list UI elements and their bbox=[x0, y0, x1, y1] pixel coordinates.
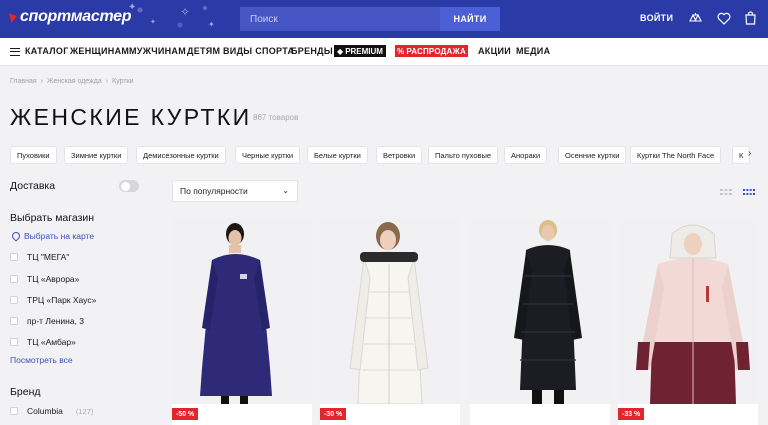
store-option[interactable]: ТЦ "МЕГА" bbox=[10, 252, 69, 262]
product-card[interactable] bbox=[320, 218, 460, 425]
brand-count: (127) bbox=[75, 406, 94, 416]
nav-catalog[interactable]: КАТАЛОГ bbox=[25, 46, 69, 56]
nav-men[interactable]: МУЖЧИНАМ bbox=[129, 46, 186, 56]
grid-large-view-icon[interactable] bbox=[743, 186, 755, 196]
chip[interactable]: Пальто пуховые bbox=[428, 146, 499, 164]
chevron-right-icon[interactable]: › bbox=[748, 148, 751, 159]
chip[interactable]: Куртки The North Face bbox=[630, 146, 722, 164]
nav-promotions[interactable]: АКЦИИ bbox=[478, 46, 511, 56]
decorative-stars: ✦ ✦ ✧ ✦ bbox=[128, 2, 215, 29]
store-label: ТЦ "МЕГА" bbox=[27, 252, 70, 262]
product-image[interactable] bbox=[320, 218, 460, 404]
store-option[interactable]: ТЦ «Аврора» bbox=[10, 274, 79, 284]
breadcrumb-home[interactable]: Главная bbox=[10, 78, 37, 85]
product-card[interactable] bbox=[470, 218, 610, 425]
login-button[interactable]: ВОЙТИ bbox=[640, 13, 673, 23]
percent-icon: % bbox=[397, 46, 405, 56]
delivery-toggle[interactable] bbox=[119, 180, 139, 192]
breadcrumb-women-clothing[interactable]: Женская одежда bbox=[47, 78, 102, 85]
chip[interactable]: Анораки bbox=[504, 146, 548, 164]
checkbox[interactable] bbox=[10, 338, 18, 346]
chip[interactable]: Осенние куртки bbox=[558, 146, 627, 164]
search-button[interactable]: НАЙТИ bbox=[440, 7, 500, 31]
see-all-stores-link[interactable]: Посмотреть все bbox=[10, 355, 73, 365]
chevron-right-icon: › bbox=[105, 78, 109, 85]
store-label: ТРЦ «Парк Хаус» bbox=[27, 295, 97, 305]
product-card[interactable] bbox=[618, 218, 758, 425]
map-link[interactable]: Выбрать на карте bbox=[10, 230, 95, 242]
product-image[interactable] bbox=[172, 218, 312, 404]
sort-select[interactable]: По популярности ⌄ bbox=[172, 180, 298, 202]
brand-label: Columbia bbox=[27, 406, 63, 416]
nav-media[interactable]: МЕДИА bbox=[516, 46, 550, 56]
bag-icon[interactable] bbox=[742, 10, 758, 26]
store-label: ТЦ «Амбар» bbox=[27, 337, 76, 347]
chip[interactable]: Ветровки bbox=[376, 146, 423, 164]
delivery-label: Доставка bbox=[10, 180, 56, 192]
product-card[interactable] bbox=[172, 218, 312, 425]
brand-option[interactable]: Columbia (127) bbox=[10, 406, 93, 416]
store-option[interactable]: ТРЦ «Парк Хаус» bbox=[10, 295, 96, 305]
heart-icon[interactable] bbox=[716, 10, 732, 26]
nav-sale[interactable]: % РАСПРОДАЖА bbox=[395, 45, 468, 57]
choose-store-heading: Выбрать магазин bbox=[10, 212, 95, 224]
nav-sale-label: РАСПРОДАЖА bbox=[406, 46, 466, 56]
discount-badge: -33 % bbox=[618, 408, 645, 420]
store-option[interactable]: ТЦ «Амбар» bbox=[10, 337, 76, 347]
chip[interactable]: Черные куртки bbox=[235, 146, 301, 164]
search-input[interactable] bbox=[240, 7, 440, 31]
product-image[interactable] bbox=[618, 218, 758, 404]
map-link-label: Выбрать на карте bbox=[24, 231, 95, 241]
nav-sports[interactable]: ВИДЫ СПОРТА bbox=[223, 46, 294, 56]
checkbox[interactable] bbox=[10, 317, 18, 325]
map-pin-icon bbox=[10, 230, 22, 242]
chevron-down-icon: ⌄ bbox=[282, 186, 289, 195]
goods-count: 867 товаров bbox=[253, 113, 299, 122]
logo-text: спортмастер bbox=[20, 8, 132, 25]
store-label: пр-т Ленина, 3 bbox=[27, 316, 85, 326]
chevron-right-icon: › bbox=[40, 78, 43, 85]
chip[interactable]: Белые куртки bbox=[307, 146, 368, 164]
compare-icon[interactable] bbox=[687, 10, 703, 26]
nav-premium-label: PREMIUM bbox=[345, 46, 383, 56]
category-chips: Пуховики Зимние куртки Демисезонные курт… bbox=[10, 146, 750, 164]
checkbox[interactable] bbox=[10, 407, 18, 415]
menu-icon[interactable] bbox=[10, 48, 20, 56]
logo[interactable]: спортмастер bbox=[8, 8, 132, 26]
store-option[interactable]: пр-т Ленина, 3 bbox=[10, 316, 84, 326]
nav-women[interactable]: ЖЕНЩИНАМ bbox=[70, 46, 129, 56]
breadcrumb-jackets: Куртки bbox=[112, 78, 134, 85]
chip[interactable]: Зимние куртки bbox=[64, 146, 129, 164]
store-label: ТЦ «Аврора» bbox=[27, 274, 80, 284]
product-image[interactable] bbox=[470, 218, 610, 404]
grid-small-view-icon[interactable] bbox=[720, 186, 732, 196]
discount-badge: -30 % bbox=[320, 408, 347, 420]
chip[interactable]: Пуховики bbox=[10, 146, 57, 164]
nav-kids[interactable]: ДЕТЯМ bbox=[187, 46, 220, 56]
page-title: ЖЕНСКИЕ КУРТКИ bbox=[10, 104, 252, 130]
breadcrumb: Главная › Женская одежда › Куртки bbox=[10, 78, 134, 85]
checkbox[interactable] bbox=[10, 275, 18, 283]
brand-heading: Бренд bbox=[10, 386, 41, 398]
sort-selected: По популярности bbox=[180, 186, 248, 196]
nav-premium[interactable]: ◆ PREMIUM bbox=[334, 45, 386, 57]
discount-badge: -50 % bbox=[172, 408, 199, 420]
checkbox[interactable] bbox=[10, 296, 18, 304]
checkbox[interactable] bbox=[10, 253, 18, 261]
logo-mark-icon bbox=[8, 11, 19, 23]
nav-brands[interactable]: БРЕНДЫ bbox=[291, 46, 333, 56]
diamond-icon: ◆ bbox=[337, 46, 344, 56]
top-header: спортмастер ✦ ✦ ✧ ✦ НАЙТИ ВОЙТИ bbox=[0, 0, 768, 38]
chip[interactable]: Демисезонные куртки bbox=[136, 146, 226, 164]
